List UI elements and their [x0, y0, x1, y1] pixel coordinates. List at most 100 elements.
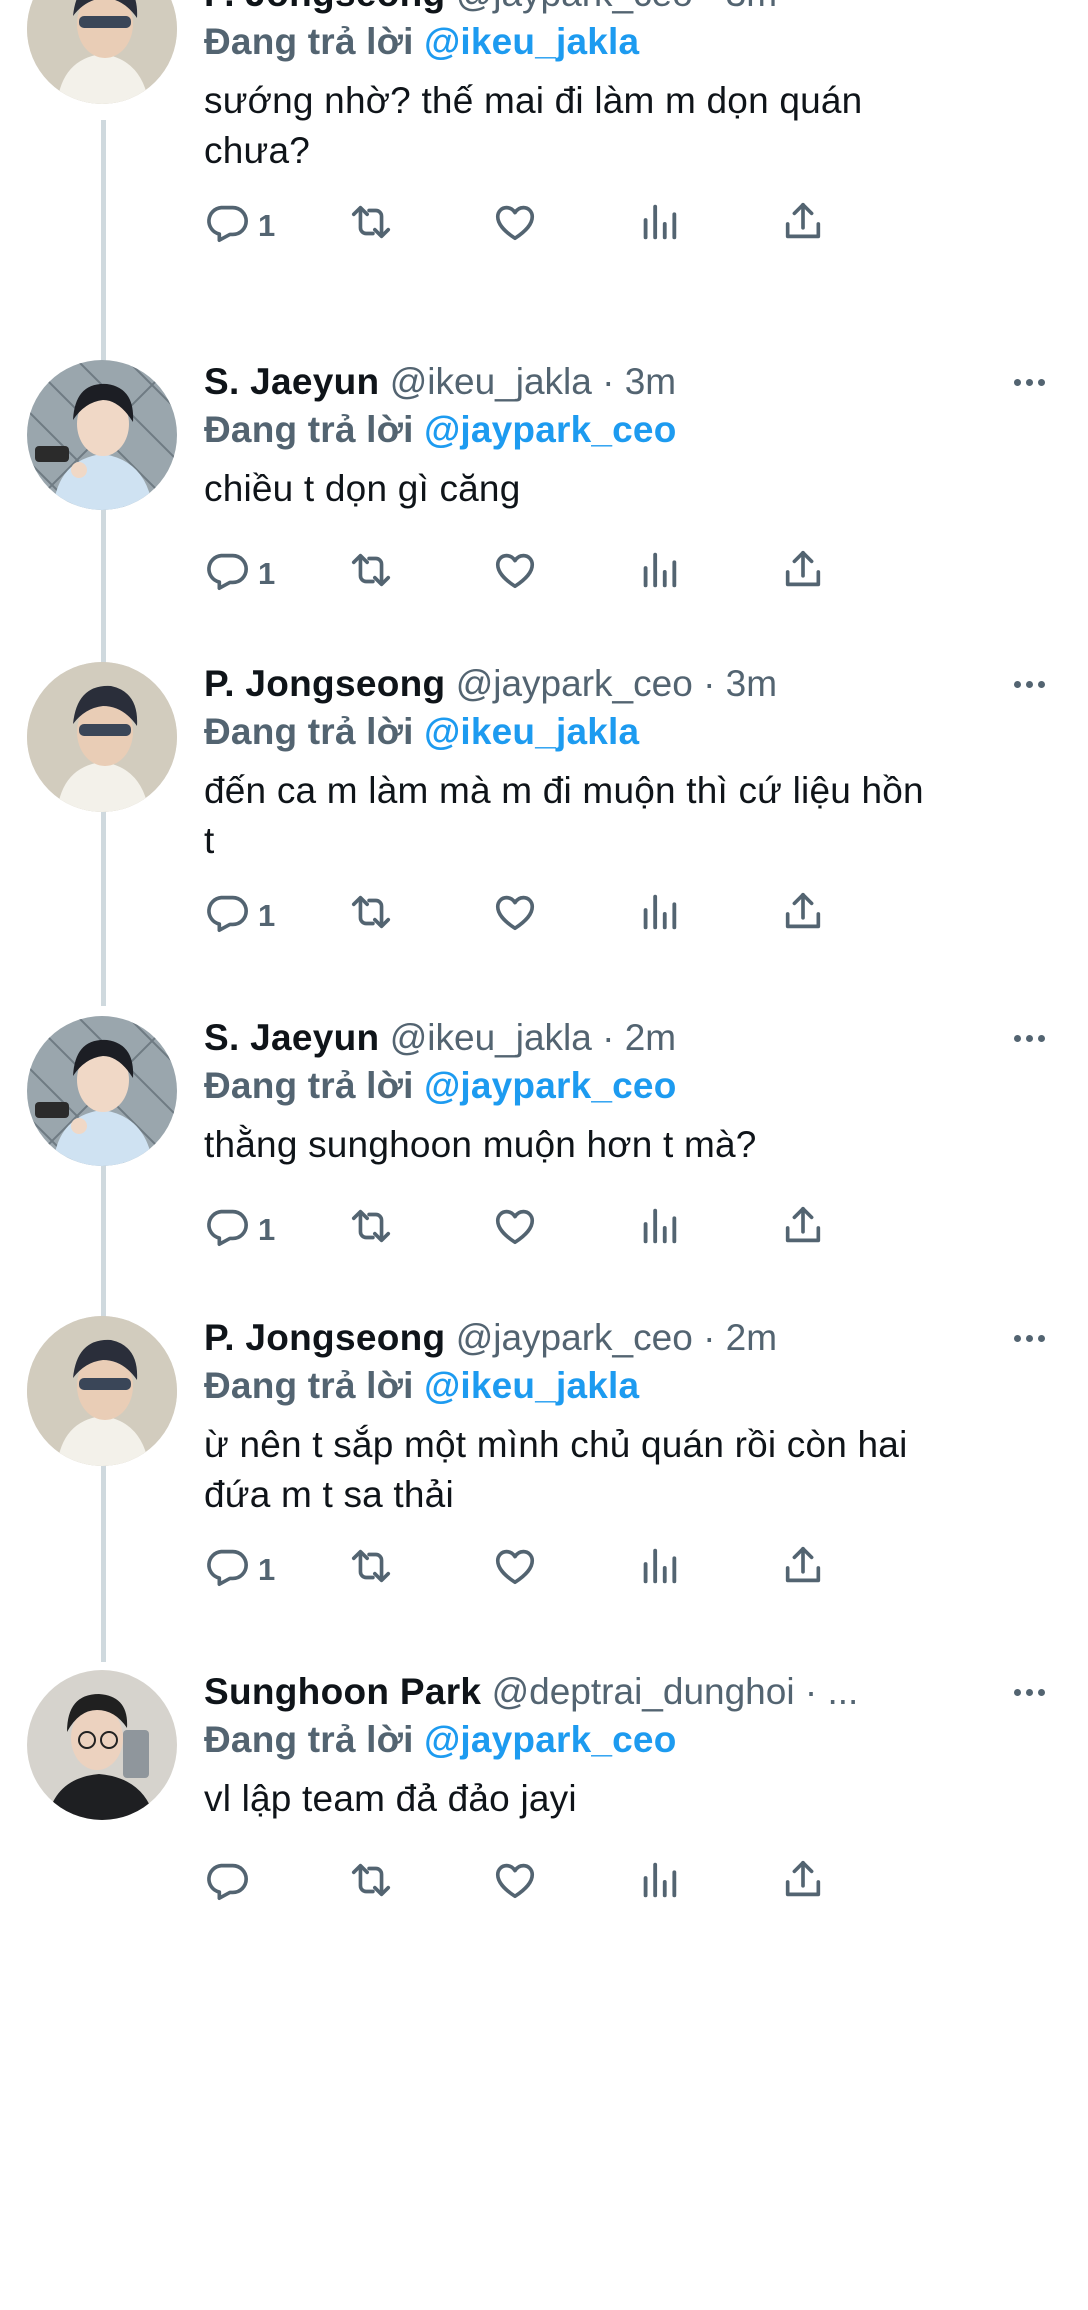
user-handle[interactable]: @ikeu_jakla — [390, 361, 592, 402]
share-button[interactable] — [780, 546, 826, 602]
retweet-button[interactable] — [348, 1542, 394, 1598]
like-button[interactable] — [492, 1202, 538, 1258]
tweet[interactable]: Sunghoon Park @deptrai_dunghoi · ... Đan… — [0, 1650, 1088, 2310]
tweet-text: đến ca m làm mà m đi muộn thì cứ liệu hồ… — [204, 766, 1064, 866]
like-button[interactable] — [492, 546, 538, 602]
display-name[interactable]: P. Jongseong — [204, 1317, 445, 1358]
views-button[interactable] — [636, 1202, 682, 1258]
user-handle[interactable]: @jaypark_ceo — [456, 1317, 693, 1358]
reply-count: 1 — [258, 1212, 276, 1247]
tweet-text-line: đứa m t sa thải — [204, 1474, 454, 1515]
more-options-icon[interactable] — [1004, 0, 1054, 16]
replying-to-handle[interactable]: @jaypark_ceo — [424, 1719, 676, 1760]
tweet-header: S. Jaeyun @ikeu_jakla · 2m — [204, 1016, 1004, 1060]
more-options-icon[interactable] — [1004, 1316, 1054, 1360]
tweet-header: P. Jongseong @jaypark_ceo · 3m — [204, 0, 1004, 16]
separator: · — [703, 663, 726, 704]
retweet-icon — [348, 1857, 394, 1911]
timestamp[interactable]: 3m — [726, 0, 777, 14]
timestamp[interactable]: 3m — [625, 361, 676, 402]
display-name[interactable]: S. Jaeyun — [204, 1017, 379, 1058]
like-button[interactable] — [492, 198, 538, 254]
replying-to-label: Đang trả lời — [204, 1719, 425, 1760]
display-name[interactable]: P. Jongseong — [204, 0, 445, 14]
like-button[interactable] — [492, 1542, 538, 1598]
tweet-text: sướng nhờ? thế mai đi làm m dọn quán chưa… — [204, 76, 1064, 176]
reply-button[interactable]: 1 — [204, 198, 275, 254]
user-handle[interactable]: @jaypark_ceo — [456, 0, 693, 14]
display-name[interactable]: S. Jaeyun — [204, 361, 379, 402]
replying-to: Đang trả lời @jaypark_ceo — [204, 1060, 1054, 1112]
share-button[interactable] — [780, 198, 826, 254]
share-button[interactable] — [780, 1856, 826, 1912]
avatar-sunglasses-white-shirt-icon[interactable] — [27, 662, 177, 812]
tweet-content: P. Jongseong @jaypark_ceo · 2m Đang trả … — [204, 1316, 1054, 1587]
avatar-sunglasses-white-shirt-icon[interactable] — [27, 0, 177, 104]
retweet-button[interactable] — [348, 198, 394, 254]
analytics-icon — [636, 1857, 682, 1911]
like-button[interactable] — [492, 888, 538, 944]
views-button[interactable] — [636, 888, 682, 944]
heart-icon — [492, 199, 538, 253]
more-options-icon[interactable] — [1004, 360, 1054, 404]
separator: · — [602, 1017, 625, 1058]
more-options-icon[interactable] — [1004, 1016, 1054, 1060]
retweet-icon — [348, 1203, 394, 1257]
separator: · — [602, 361, 625, 402]
views-button[interactable] — [636, 1856, 682, 1912]
views-button[interactable] — [636, 546, 682, 602]
timestamp[interactable]: 2m — [726, 1317, 777, 1358]
share-button[interactable] — [780, 1202, 826, 1258]
tweet-text: thằng sunghoon muộn hơn t mà? — [204, 1120, 1064, 1170]
avatar-glasses-phone-selfie-icon[interactable] — [27, 1670, 177, 1820]
more-options-icon[interactable] — [1004, 662, 1054, 706]
user-handle[interactable]: @ikeu_jakla — [390, 1017, 592, 1058]
display-name[interactable]: Sunghoon Park — [204, 1671, 481, 1712]
retweet-icon — [348, 199, 394, 253]
retweet-button[interactable] — [348, 1856, 394, 1912]
reply-button[interactable]: 1 — [204, 888, 275, 944]
avatar-light-blue-hoodie-icon[interactable] — [27, 1016, 177, 1166]
reply-button[interactable]: 1 — [204, 546, 275, 602]
replying-to-handle[interactable]: @ikeu_jakla — [424, 21, 639, 62]
heart-icon — [492, 1203, 538, 1257]
display-name[interactable]: P. Jongseong — [204, 663, 445, 704]
tweet-content: S. Jaeyun @ikeu_jakla · 3m Đang trả lời … — [204, 360, 1054, 591]
user-handle[interactable]: @jaypark_ceo — [456, 663, 693, 704]
reply-icon — [204, 1203, 250, 1257]
replying-to-handle[interactable]: @ikeu_jakla — [424, 711, 639, 752]
avatar-sunglasses-white-shirt-icon[interactable] — [27, 1316, 177, 1466]
reply-icon — [204, 1543, 250, 1597]
replying-to-handle[interactable]: @ikeu_jakla — [424, 1365, 639, 1406]
more-options-icon[interactable] — [1004, 1670, 1054, 1714]
like-button[interactable] — [492, 1856, 538, 1912]
retweet-button[interactable] — [348, 546, 394, 602]
retweet-button[interactable] — [348, 888, 394, 944]
replying-to-label: Đang trả lời — [204, 21, 425, 62]
share-icon — [780, 889, 826, 943]
retweet-icon — [348, 889, 394, 943]
separator: · — [703, 1317, 726, 1358]
retweet-icon — [348, 1543, 394, 1597]
replying-to-label: Đang trả lời — [204, 409, 425, 450]
share-icon — [780, 1543, 826, 1597]
share-button[interactable] — [780, 1542, 826, 1598]
views-button[interactable] — [636, 1542, 682, 1598]
avatar-light-blue-hoodie-icon[interactable] — [27, 360, 177, 510]
views-button[interactable] — [636, 198, 682, 254]
reply-button[interactable] — [204, 1856, 258, 1912]
replying-to-handle[interactable]: @jaypark_ceo — [424, 1065, 676, 1106]
timestamp[interactable]: 3m — [726, 663, 777, 704]
reply-button[interactable]: 1 — [204, 1542, 275, 1598]
user-handle[interactable]: @deptrai_dunghoi — [492, 1671, 795, 1712]
heart-icon — [492, 889, 538, 943]
replying-to-handle[interactable]: @jaypark_ceo — [424, 409, 676, 450]
tweet-text-line: thằng sunghoon muộn hơn t mà? — [204, 1124, 757, 1165]
timestamp[interactable]: 2m — [625, 1017, 676, 1058]
retweet-button[interactable] — [348, 1202, 394, 1258]
replying-to-label: Đang trả lời — [204, 711, 425, 752]
analytics-icon — [636, 889, 682, 943]
reply-button[interactable]: 1 — [204, 1202, 275, 1258]
tweet-actions: 1 — [204, 888, 1004, 944]
share-button[interactable] — [780, 888, 826, 944]
